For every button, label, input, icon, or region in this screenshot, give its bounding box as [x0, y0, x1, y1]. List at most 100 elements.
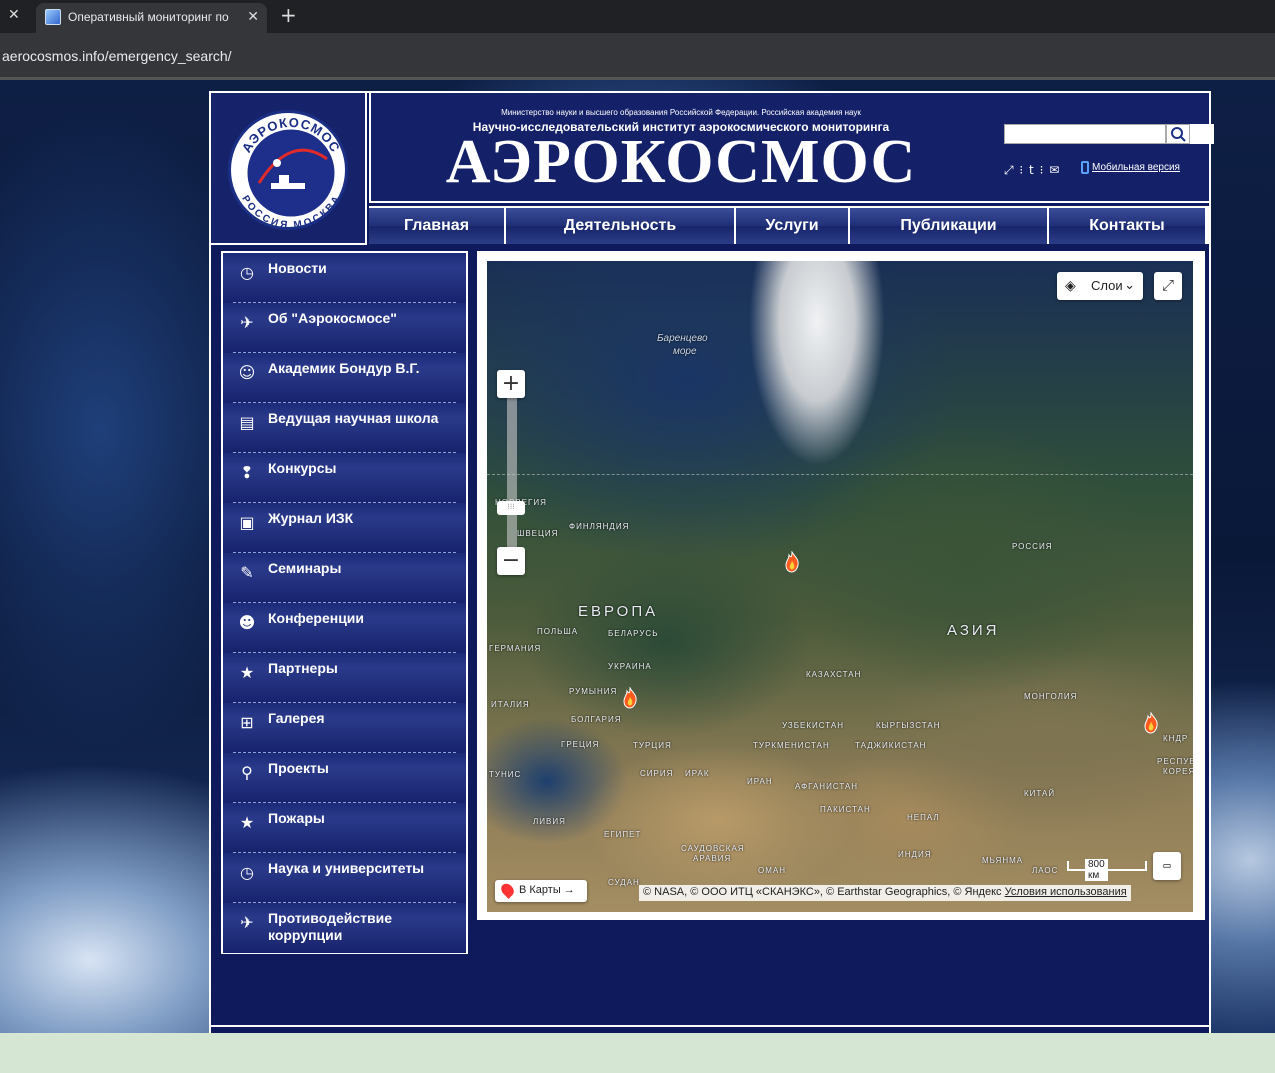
- sidebar-item-label: Наука и университеты: [268, 860, 425, 876]
- map-label-libya: ЛИВИЯ: [533, 817, 566, 826]
- search-icon: [1171, 127, 1186, 142]
- map-label-italy: ИТАЛИЯ: [491, 700, 530, 709]
- sidebar-item-label: Конкурсы: [268, 460, 337, 476]
- search-button[interactable]: [1166, 124, 1190, 144]
- terms-link[interactable]: Условия использования: [1005, 886, 1127, 898]
- sidebar-item[interactable]: ☺ Академик Бондур В.Г.: [223, 353, 466, 403]
- sitemap-icon: ⊞: [240, 713, 254, 732]
- map-pin-icon: [498, 881, 517, 899]
- browser-tab-bar: ✕ Оперативный мониторинг по ✕ +: [0, 0, 1275, 33]
- fullscreen-button[interactable]: ⤢: [1154, 272, 1182, 300]
- site-title[interactable]: АЭРОКОСМОС: [431, 127, 931, 198]
- sidebar-item[interactable]: ✈ Противодействие коррупции: [223, 903, 466, 953]
- map-label-mongolia: МОНГОЛИЯ: [1024, 692, 1078, 701]
- map-label-laos: ЛАОС: [1032, 866, 1059, 875]
- group-icon: ☻: [238, 613, 256, 632]
- nav-activity[interactable]: Деятельность: [506, 206, 734, 244]
- zoom-in-button[interactable]: +: [497, 370, 525, 398]
- map-label-kyrgyzstan: КЫРГЫЗСТАН: [876, 721, 941, 730]
- sidebar-item[interactable]: ⊞ Галерея: [223, 703, 466, 753]
- social-icons[interactable]: ⤢ ⁝ t ⁝ ✉: [1004, 163, 1060, 178]
- tab-close-icon[interactable]: ✕: [247, 9, 259, 25]
- tab-title: Оперативный мониторинг по: [68, 10, 229, 24]
- star-icon: ★: [239, 663, 255, 682]
- copyright-text: © NASA, © ООО ИТЦ «СКАНЭКС», © Earthstar…: [643, 886, 1005, 898]
- logo-box[interactable]: АЭРОКОСМОС РОССИЯ МОСКВА: [211, 93, 367, 245]
- map-label-tunisia: ТУНИС: [489, 770, 522, 779]
- fire-marker[interactable]: [1142, 712, 1160, 734]
- aerocosmos-logo[interactable]: АЭРОКОСМОС РОССИЯ МОСКВА: [228, 110, 348, 231]
- map-label-belarus: БЕЛАРУСЬ: [608, 629, 659, 638]
- map-frame: Баренцево море НОРВЕГИЯ ШВЕЦИЯ ФИНЛЯНДИЯ…: [477, 251, 1205, 920]
- map-label-ukraine: УКРАИНА: [608, 662, 652, 671]
- map-label-egypt: ЕГИПЕТ: [604, 830, 642, 839]
- address-bar[interactable]: aerocosmos.info/emergency_search/: [0, 33, 1275, 77]
- sidebar-item[interactable]: ★ Пожары: [223, 803, 466, 853]
- browser-tab[interactable]: Оперативный мониторинг по ✕: [36, 3, 267, 33]
- map-label-china: КИТАЙ: [1024, 789, 1056, 798]
- open-in-maps-label: В Карты →: [519, 884, 575, 896]
- map-label-bulgaria: БОЛГАРИЯ: [571, 715, 622, 724]
- journal-icon: ▣: [239, 513, 255, 532]
- nav-services[interactable]: Услуги: [736, 206, 848, 244]
- sidebar-item-label: Новости: [268, 260, 327, 276]
- sidebar-item[interactable]: ◷ Новости: [223, 253, 466, 303]
- sidebar-item[interactable]: ⚲ Проекты: [223, 753, 466, 803]
- layers-label: Слои: [1091, 278, 1123, 293]
- satellite-icon: ✈: [240, 913, 254, 932]
- nav-contacts[interactable]: Контакты: [1049, 206, 1205, 244]
- map-label-afghanistan: АФГАНИСТАН: [795, 782, 859, 791]
- clock-icon: ◷: [240, 863, 254, 882]
- sidebar-item-label: Об "Аэрокосмосе": [268, 310, 397, 326]
- sidebar-item[interactable]: ❢ Конкурсы: [223, 453, 466, 503]
- map-label-saudi-2: АРАВИЯ: [693, 854, 732, 863]
- map-label-iraq: ИРАК: [685, 769, 710, 778]
- fire-monitoring-map[interactable]: Баренцево море НОРВЕГИЯ ШВЕЦИЯ ФИНЛЯНДИЯ…: [487, 261, 1193, 912]
- search-input[interactable]: [1004, 124, 1166, 144]
- sidebar-item-label: Галерея: [268, 710, 325, 726]
- nav-publications[interactable]: Публикации: [850, 206, 1047, 244]
- map-label-barents-1: Баренцево: [657, 333, 708, 344]
- open-in-maps-button[interactable]: В Карты →: [495, 880, 587, 902]
- sidebar-item[interactable]: ▣ Журнал ИЗК: [223, 503, 466, 553]
- satellite-icon: ✈: [240, 313, 254, 332]
- map-copyright: © NASA, © ООО ИТЦ «СКАНЭКС», © Earthstar…: [639, 885, 1131, 901]
- mobile-version-link[interactable]: Мобильная версия: [1081, 161, 1180, 174]
- logo-ring-text: АЭРОКОСМОС РОССИЯ МОСКВА: [239, 115, 343, 231]
- map-label-europe: ЕВРОПА: [578, 603, 659, 620]
- sidebar-item[interactable]: ✈ Об "Аэрокосмосе": [223, 303, 466, 353]
- url-text[interactable]: aerocosmos.info/emergency_search/: [2, 48, 232, 64]
- zoom-out-button[interactable]: −: [497, 547, 525, 575]
- fire-marker[interactable]: [621, 687, 639, 709]
- sidebar-item-label: Журнал ИЗК: [268, 510, 354, 526]
- map-label-myanmar: МЬЯНМА: [982, 856, 1024, 865]
- sidebar-item[interactable]: ▤ Ведущая научная школа: [223, 403, 466, 453]
- sidebar-item-label: Проекты: [268, 760, 329, 776]
- map-label-tajikistan: ТАДЖИКИСТАН: [855, 741, 927, 750]
- fire-marker[interactable]: [783, 551, 801, 573]
- site-container: АЭРОКОСМОС РОССИЯ МОСКВА Министерство на…: [209, 91, 1214, 1033]
- map-label-dprk: КНДР: [1163, 734, 1189, 743]
- close-icon[interactable]: ✕: [8, 7, 20, 23]
- sidebar-item-label: Семинары: [268, 560, 342, 576]
- map-label-india: ИНДИЯ: [898, 850, 932, 859]
- zoom-slider-handle[interactable]: ⁝⁝⁝: [497, 501, 525, 515]
- map-label-turkey: ТУРЦИЯ: [633, 741, 672, 750]
- map-label-germany: ГЕРМАНИЯ: [489, 644, 542, 653]
- sidebar-item[interactable]: ✎ Семинары: [223, 553, 466, 603]
- star-icon: ★: [239, 813, 255, 832]
- sidebar-item[interactable]: ◷ Наука и университеты: [223, 853, 466, 903]
- main-nav: Главная Деятельность Услуги Публикации К…: [369, 206, 1209, 244]
- new-tab-button[interactable]: +: [280, 3, 297, 27]
- layers-button[interactable]: ◈ Слои ⌄: [1057, 272, 1143, 300]
- map-label-asia: АЗИЯ: [947, 622, 1000, 639]
- mobile-version-label[interactable]: Мобильная версия: [1092, 162, 1180, 173]
- zoom-slider-track[interactable]: [507, 372, 517, 560]
- sidebar-item-label: Академик Бондур В.Г.: [268, 360, 420, 376]
- map-label-poland: ПОЛЬША: [537, 627, 579, 636]
- nav-home[interactable]: Главная: [369, 206, 504, 244]
- ruler-button[interactable]: ▭: [1153, 852, 1181, 880]
- document-icon: ▤: [239, 413, 255, 432]
- sidebar-item[interactable]: ★ Партнеры: [223, 653, 466, 703]
- sidebar-item[interactable]: ☻ Конференции: [223, 603, 466, 653]
